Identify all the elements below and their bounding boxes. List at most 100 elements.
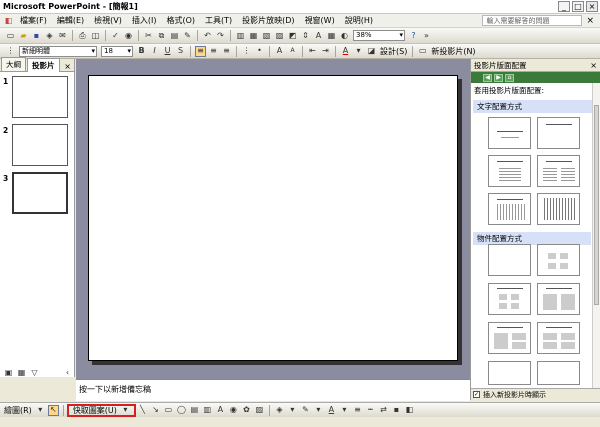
cut-icon[interactable]: ✂: [143, 30, 154, 41]
dropdown-arrow-icon[interactable]: ▾: [353, 46, 364, 57]
close-document-icon[interactable]: ×: [586, 16, 594, 26]
menu-file[interactable]: 檔案(F): [15, 15, 52, 26]
format-painter-icon[interactable]: ✎: [182, 30, 193, 41]
picture-icon[interactable]: ▨: [274, 30, 285, 41]
layout-vertical-title-text[interactable]: [537, 193, 580, 225]
autoshapes-button[interactable]: 快取圖案(U) ▾: [66, 403, 136, 417]
menu-edit[interactable]: 編輯(E): [52, 15, 89, 26]
menu-format[interactable]: 格式(O): [161, 15, 200, 26]
layout-title-only[interactable]: [537, 117, 580, 149]
minimize-button[interactable]: _: [558, 1, 570, 12]
fill-color-icon[interactable]: ◈: [274, 405, 285, 416]
close-window-button[interactable]: ×: [586, 1, 598, 12]
checkbox-icon[interactable]: ✓: [473, 391, 480, 398]
menu-insert[interactable]: 插入(I): [127, 15, 162, 26]
slide-canvas[interactable]: [88, 75, 458, 361]
menu-slideshow[interactable]: 投影片放映(D): [237, 15, 299, 26]
toolbar-options-icon[interactable]: »: [421, 30, 432, 41]
layout-title-text[interactable]: [488, 155, 531, 187]
menu-tools[interactable]: 工具(T): [200, 15, 237, 26]
layout-title-content-2[interactable]: [488, 322, 531, 354]
dropdown-arrow-icon[interactable]: ▾: [313, 405, 324, 416]
arrow-icon[interactable]: ↘: [150, 405, 161, 416]
show-formatting-icon[interactable]: A: [313, 30, 324, 41]
design-button[interactable]: 設計(S): [380, 46, 407, 57]
back-icon[interactable]: ◀: [483, 73, 492, 82]
paste-icon[interactable]: ▤: [169, 30, 180, 41]
menu-view[interactable]: 檢視(V): [89, 15, 127, 26]
layout-title-content[interactable]: [488, 283, 531, 315]
decrease-indent-icon[interactable]: ⇤: [307, 46, 318, 57]
app-icon[interactable]: ◧: [3, 15, 14, 26]
save-icon[interactable]: ▪: [31, 30, 42, 41]
layout-title-slide[interactable]: [488, 117, 531, 149]
layout-vertical-text[interactable]: [488, 193, 531, 225]
layout-content[interactable]: [537, 244, 580, 276]
dropdown-arrow-icon[interactable]: ▾: [339, 405, 350, 416]
home-icon[interactable]: ⌂: [505, 73, 514, 82]
diagram-icon[interactable]: ◉: [228, 405, 239, 416]
grid-icon[interactable]: ▦: [326, 30, 337, 41]
close-pane-icon[interactable]: ×: [64, 62, 71, 71]
slide-thumbnail-1[interactable]: [12, 76, 68, 118]
new-icon[interactable]: ▭: [5, 30, 16, 41]
increase-indent-icon[interactable]: ⇥: [320, 46, 331, 57]
menu-window[interactable]: 視窗(W): [300, 15, 340, 26]
task-pane-scrollbar[interactable]: [592, 83, 600, 389]
chart-icon[interactable]: ▥: [235, 30, 246, 41]
open-icon[interactable]: ▰: [18, 30, 29, 41]
dash-style-icon[interactable]: ┅: [365, 405, 376, 416]
new-slide-button[interactable]: 新投影片(N): [431, 46, 475, 57]
notes-pane[interactable]: 按一下以新增備忘稿: [76, 379, 470, 401]
font-color-icon[interactable]: A: [326, 405, 337, 416]
normal-view-icon[interactable]: ▣: [3, 368, 14, 379]
help-icon[interactable]: ?: [408, 30, 419, 41]
copy-icon[interactable]: ⧉: [156, 30, 167, 41]
font-size-select[interactable]: 18: [101, 45, 133, 57]
font-color-icon[interactable]: A: [340, 46, 351, 57]
underline-button[interactable]: U: [162, 46, 173, 57]
sorter-view-icon[interactable]: ▦: [16, 368, 27, 379]
scroll-left-icon[interactable]: ‹: [62, 368, 73, 379]
select-pointer-icon[interactable]: ↖: [47, 404, 59, 416]
arrow-style-icon[interactable]: ⇄: [378, 405, 389, 416]
3d-style-icon[interactable]: ◧: [404, 405, 415, 416]
tab-slides[interactable]: 投影片: [27, 58, 60, 72]
tables-borders-icon[interactable]: ▧: [261, 30, 272, 41]
maximize-button[interactable]: □: [572, 1, 584, 12]
align-right-icon[interactable]: ≡: [221, 46, 232, 57]
layout-title-two-content[interactable]: [537, 283, 580, 315]
numbering-icon[interactable]: ⋮: [241, 46, 252, 57]
picture-icon[interactable]: ▨: [254, 405, 265, 416]
slide-thumbnail-3[interactable]: [12, 172, 68, 214]
dropdown-arrow-icon[interactable]: ▾: [287, 405, 298, 416]
wordart-icon[interactable]: A: [215, 405, 226, 416]
layout-content-more-a[interactable]: [488, 361, 531, 385]
redo-icon[interactable]: ↷: [215, 30, 226, 41]
dropdown-arrow-icon[interactable]: ▾: [35, 405, 46, 416]
italic-button[interactable]: I: [149, 46, 160, 57]
insert-show-checkbox[interactable]: ✓ 插入新投影片時顯示: [471, 388, 600, 400]
clipart-icon[interactable]: ✿: [241, 405, 252, 416]
spelling-icon[interactable]: ✓: [110, 30, 121, 41]
layout-blank[interactable]: [488, 244, 531, 276]
rectangle-icon[interactable]: ▭: [163, 405, 174, 416]
font-select[interactable]: 新細明體: [19, 45, 97, 57]
line-color-icon[interactable]: ✎: [300, 405, 311, 416]
line-icon[interactable]: ╲: [137, 405, 148, 416]
permission-icon[interactable]: ◈: [44, 30, 55, 41]
layout-title-four-content[interactable]: [537, 322, 580, 354]
layout-two-column-text[interactable]: [537, 155, 580, 187]
color-grayscale-icon[interactable]: ◐: [339, 30, 350, 41]
shadow-style-icon[interactable]: ▪: [391, 405, 402, 416]
help-search-input[interactable]: 輸入需要解答的問題: [482, 15, 583, 26]
diagram-icon[interactable]: ◩: [287, 30, 298, 41]
research-icon[interactable]: ◉: [123, 30, 134, 41]
oval-icon[interactable]: ◯: [176, 405, 187, 416]
line-style-icon[interactable]: ≡: [352, 405, 363, 416]
print-icon[interactable]: ⎙: [77, 30, 88, 41]
tab-outline[interactable]: 大綱: [1, 57, 26, 71]
menu-help[interactable]: 說明(H): [340, 15, 378, 26]
close-task-pane-icon[interactable]: ×: [590, 61, 597, 70]
layout-content-more-b[interactable]: [537, 361, 580, 385]
